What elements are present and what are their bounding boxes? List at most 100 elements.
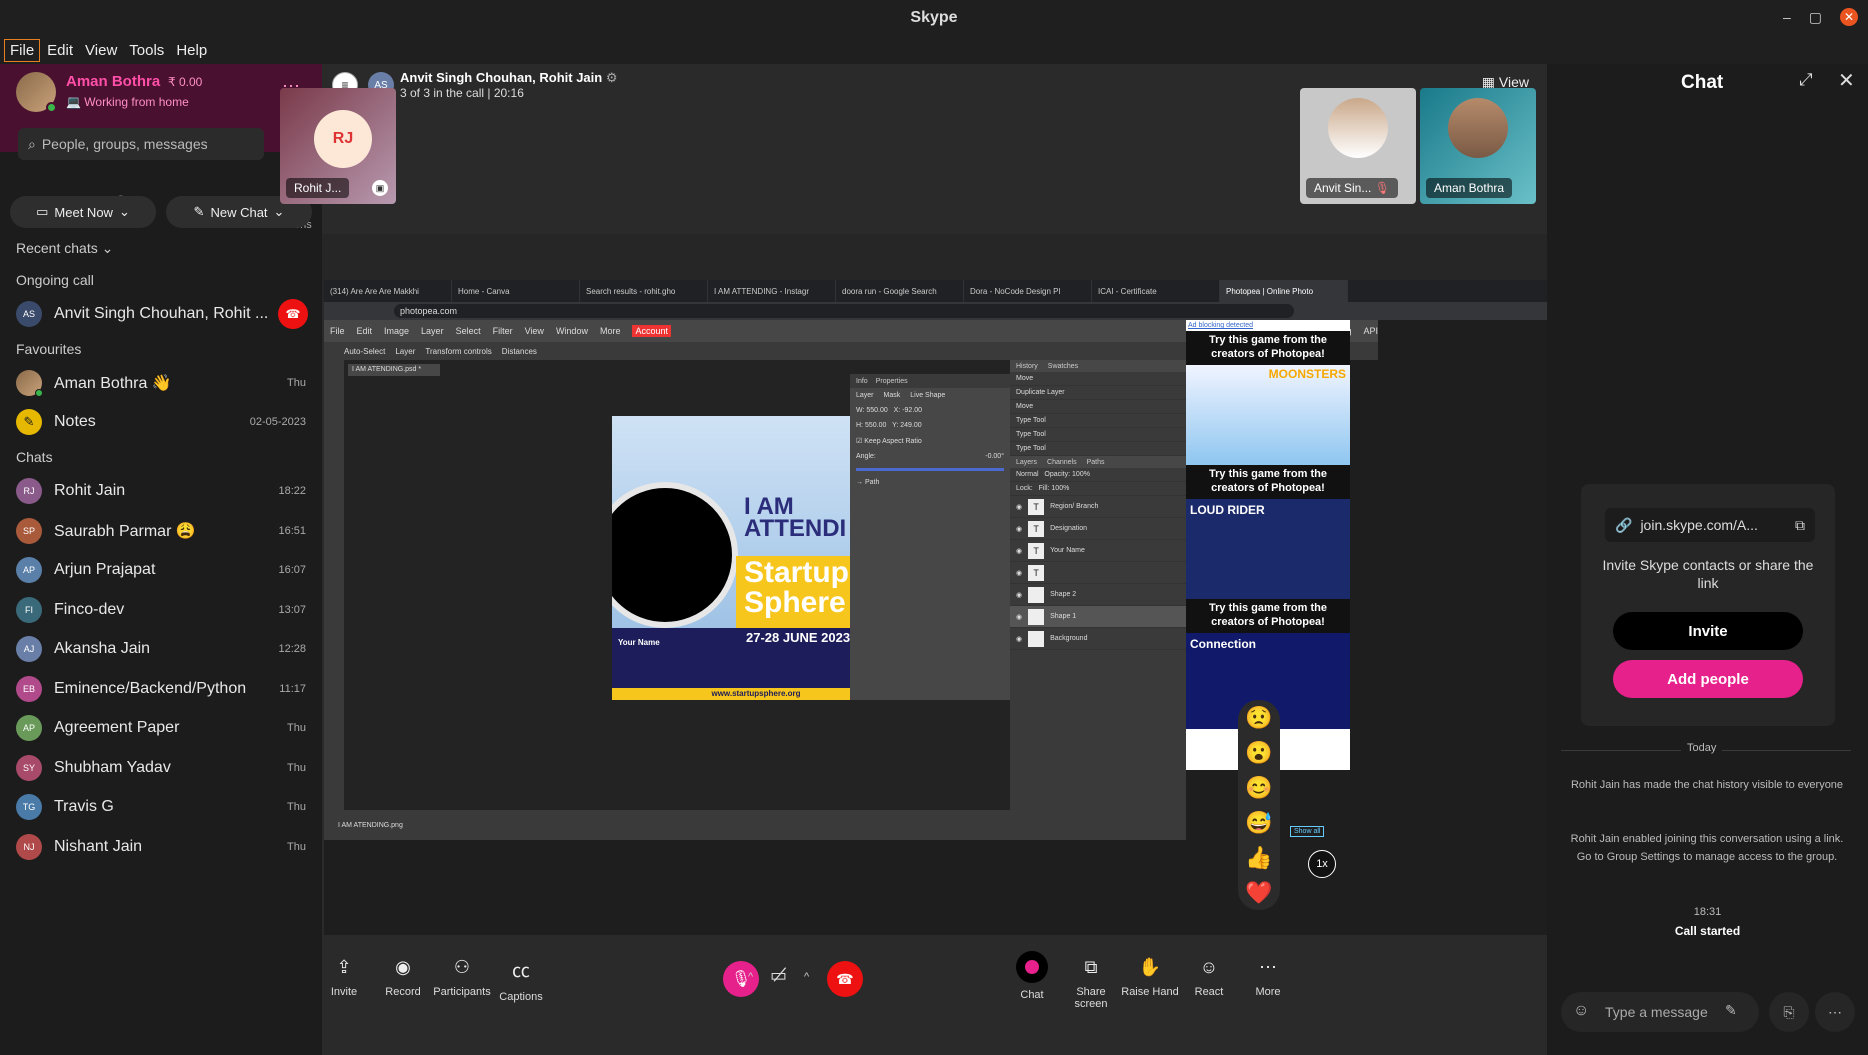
eye-icon[interactable]: ◉ xyxy=(1016,503,1022,511)
reaction-emoji[interactable]: 😮 xyxy=(1245,740,1272,766)
photopea-link[interactable]: API xyxy=(1363,326,1378,336)
camera-off-icon[interactable]: ▭̸ xyxy=(770,965,787,986)
layer-row[interactable]: ◉ Background xyxy=(1010,628,1186,650)
list-item[interactable]: NJ Nishant Jain Thu xyxy=(0,824,322,870)
ad-game-image[interactable]: MOONSTERS xyxy=(1186,365,1350,465)
menu-help[interactable]: Help xyxy=(171,40,212,61)
browser-tab[interactable]: Search results - rohit.gho xyxy=(580,280,708,302)
search-input[interactable]: ⌕ People, groups, messages xyxy=(18,128,264,160)
menu-edit[interactable]: Edit xyxy=(42,40,78,61)
eye-icon[interactable]: ◉ xyxy=(1016,547,1022,555)
path-button[interactable]: → Path xyxy=(850,475,1010,490)
browser-tab[interactable]: ICAI - Certificate xyxy=(1092,280,1220,302)
invite-button[interactable]: ⇪ Invite xyxy=(314,957,374,998)
eye-icon[interactable]: ◉ xyxy=(1016,591,1022,599)
document-tab[interactable]: I AM ATENDING.psd * xyxy=(348,364,440,376)
mic-button[interactable]: 🎙 xyxy=(723,961,759,997)
photopea-menu-item[interactable]: Layer xyxy=(421,326,444,336)
copy-icon[interactable]: ⧉ xyxy=(1795,517,1805,534)
more-button[interactable]: ⋯ More xyxy=(1238,957,1298,998)
add-people-button[interactable]: Add people xyxy=(1613,660,1803,698)
ad-blocking-link[interactable]: Ad blocking detected xyxy=(1186,320,1350,331)
reaction-emoji[interactable]: 😅 xyxy=(1245,810,1272,836)
close-icon[interactable]: ✕ xyxy=(1838,68,1855,93)
tab-live-shape[interactable]: Live Shape xyxy=(910,392,945,399)
attach-file-button[interactable]: ⎘ xyxy=(1769,992,1809,1032)
more-options-button[interactable]: ⋯ xyxy=(1815,992,1855,1032)
download-item[interactable]: I AM ATENDING.png xyxy=(338,822,403,829)
browser-tab[interactable]: Photopea | Online Photo xyxy=(1220,280,1348,302)
ad-title[interactable]: Try this game from the creators of Photo… xyxy=(1186,465,1350,499)
recent-chats-heading[interactable]: Recent chats ⌄ xyxy=(16,240,113,257)
reaction-emoji[interactable]: ❤️ xyxy=(1245,880,1272,906)
invite-button[interactable]: Invite xyxy=(1613,612,1803,650)
minimize-icon[interactable]: – xyxy=(1783,9,1791,25)
photopea-menu-item[interactable]: Filter xyxy=(493,326,513,336)
participants-button[interactable]: ⚇ Participants xyxy=(432,957,492,998)
camera-options-icon[interactable]: ^ xyxy=(804,971,809,983)
ad-title[interactable]: Try this game from the creators of Photo… xyxy=(1186,599,1350,633)
format-icon[interactable]: ✎ xyxy=(1725,1002,1737,1019)
layer-row[interactable]: ◉ T xyxy=(1010,562,1186,584)
url-field[interactable] xyxy=(394,304,1294,318)
angle-field[interactable]: -0.00° xyxy=(985,453,1004,460)
list-item[interactable]: ✎ Notes 02-05-2023 xyxy=(0,399,322,445)
photopea-menu-item[interactable]: Account xyxy=(632,325,671,337)
x-field[interactable]: -92.00 xyxy=(902,407,922,414)
fill-field[interactable]: 100% xyxy=(1051,485,1069,492)
reaction-emoji[interactable]: 😊 xyxy=(1245,775,1272,801)
participant-tile-rohit[interactable]: RJ Rohit J... ▣ xyxy=(280,88,396,204)
browser-tab[interactable]: Dora - NoCode Design Pl xyxy=(964,280,1092,302)
tab-layer[interactable]: Layer xyxy=(856,392,874,399)
tab-layers[interactable]: Layers xyxy=(1016,459,1037,466)
show-all-button[interactable]: Show all xyxy=(1290,826,1325,837)
blend-mode-select[interactable]: Normal xyxy=(1016,471,1039,478)
tools-panel[interactable] xyxy=(324,360,344,810)
photopea-menu-item[interactable]: More xyxy=(600,326,621,336)
profile-credit[interactable]: ₹ 0.00 xyxy=(168,75,202,89)
shared-screen[interactable]: (314) Are Are Are Makkhi Home - Canva Sear… xyxy=(324,280,1548,935)
tab-channels[interactable]: Channels xyxy=(1047,459,1077,466)
record-button[interactable]: ◉ Record xyxy=(373,957,433,998)
maximize-icon[interactable]: ▢ xyxy=(1809,9,1822,26)
layer-row[interactable]: ◉ T Designation xyxy=(1010,518,1186,540)
eye-icon[interactable]: ◉ xyxy=(1016,525,1022,533)
layer-row[interactable]: ◉ Shape 1 xyxy=(1010,606,1186,628)
participant-tile-aman[interactable]: Aman Bothra xyxy=(1420,88,1536,204)
photopea-menu-item[interactable]: Window xyxy=(556,326,588,336)
end-call-button[interactable]: ☎ xyxy=(278,299,308,329)
browser-tab[interactable]: doora run - Google Search xyxy=(836,280,964,302)
ad-title[interactable]: Try this game from the creators of Photo… xyxy=(1186,331,1350,365)
close-icon[interactable]: ✕ xyxy=(1840,8,1858,26)
history-item[interactable]: Type Tool xyxy=(1010,442,1186,456)
chat-button[interactable]: Chat xyxy=(1002,951,1062,1001)
speed-button[interactable]: 1x xyxy=(1308,850,1336,878)
transform-controls-checkbox[interactable]: Transform controls xyxy=(425,347,491,356)
participant-tile-anvit[interactable]: Anvit Sin... 🎙 xyxy=(1300,88,1416,204)
raise-hand-button[interactable]: ✋ Raise Hand xyxy=(1120,957,1180,998)
history-item[interactable]: Move xyxy=(1010,372,1186,386)
width-field[interactable]: 550.00 xyxy=(866,407,887,414)
profile-name[interactable]: Aman Bothra xyxy=(66,73,160,90)
eye-icon[interactable]: ◉ xyxy=(1016,613,1022,621)
ad-game-image[interactable]: LOUD RIDER xyxy=(1186,499,1350,599)
emoji-icon[interactable]: ☺ xyxy=(1573,1002,1589,1020)
distances-checkbox[interactable]: Distances xyxy=(502,347,537,356)
layer-row[interactable]: ◉ Shape 2 xyxy=(1010,584,1186,606)
photopea-menu-item[interactable]: Edit xyxy=(357,326,373,336)
history-item[interactable]: Duplicate Layer xyxy=(1010,386,1186,400)
share-screen-button[interactable]: ⧉ Share screen xyxy=(1061,957,1121,1010)
photopea-menu-item[interactable]: Image xyxy=(384,326,409,336)
tab-properties[interactable]: Properties xyxy=(876,378,908,385)
photopea-menu-item[interactable]: File xyxy=(330,326,345,336)
tab-info[interactable]: Info xyxy=(856,378,868,385)
react-button[interactable]: ☺ React xyxy=(1179,957,1239,998)
eye-icon[interactable]: ◉ xyxy=(1016,569,1022,577)
eye-icon[interactable]: ◉ xyxy=(1016,635,1022,643)
meet-now-button[interactable]: ▭ Meet Now ⌄ xyxy=(10,196,156,228)
history-item[interactable]: Move xyxy=(1010,400,1186,414)
photopea-menu-item[interactable]: View xyxy=(525,326,544,336)
ongoing-call-item[interactable]: AS Anvit Singh Chouhan, Rohit ... ☎ xyxy=(0,291,322,337)
reaction-emoji[interactable]: 😟 xyxy=(1245,705,1272,731)
join-link[interactable]: 🔗 join.skype.com/A... ⧉ xyxy=(1605,508,1815,542)
